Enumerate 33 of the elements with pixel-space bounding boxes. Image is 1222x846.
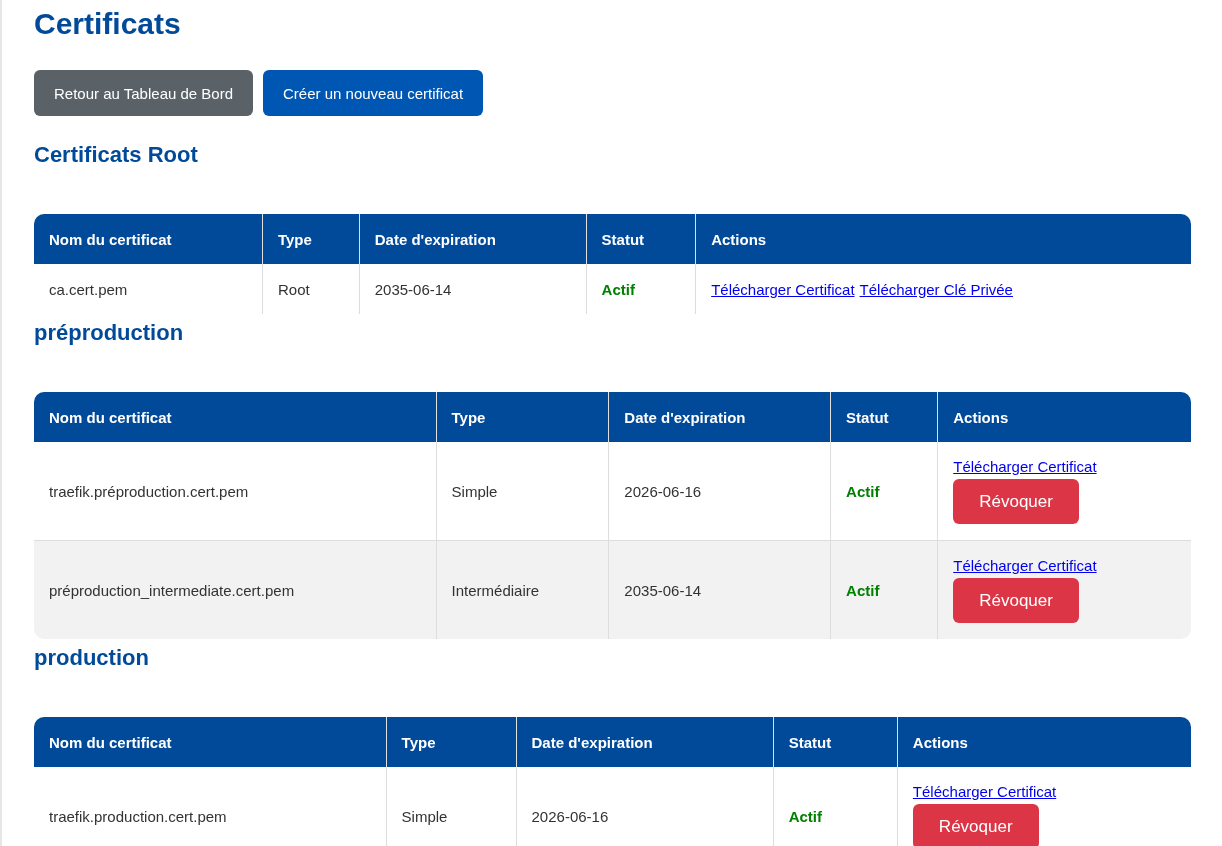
nav-button[interactable]: Créer un nouveau certificat (263, 70, 484, 116)
section-title: Certificats Root (34, 142, 199, 168)
page-title: Certificats (34, 6, 182, 42)
column-header: Actions (938, 392, 1191, 442)
column-header: Type (436, 392, 610, 442)
download-link[interactable]: Télécharger Certificat (953, 458, 1097, 475)
column-header: Actions (897, 717, 1191, 767)
download-link[interactable]: Télécharger Certificat (912, 783, 1057, 800)
download-link[interactable]: Télécharger Certificat (711, 280, 855, 298)
download-link[interactable]: Télécharger Clé Privée (859, 280, 1013, 298)
section-title: production (34, 645, 150, 671)
revoke-button[interactable]: Révoquer (953, 578, 1079, 623)
nav-button[interactable]: Retour au Tableau de Bord (34, 70, 254, 116)
column-header: Statut (586, 214, 697, 264)
column-header: Type (262, 214, 360, 264)
column-header: Statut (773, 717, 898, 767)
column-header: Date d'expiration (516, 717, 774, 767)
revoke-button[interactable]: Révoquer (912, 804, 1039, 846)
column-header: Statut (831, 392, 939, 442)
column-header: Nom du certificat (34, 214, 263, 264)
column-header: Date d'expiration (609, 392, 832, 442)
status-text: Actif (831, 540, 939, 639)
revoke-button[interactable]: Révoquer (953, 479, 1079, 524)
column-header: Date d'expiration (359, 214, 587, 264)
table-cell: préproduction_intermediate.cert.pem (34, 540, 437, 639)
column-header: Type (386, 717, 517, 767)
table-cell: Intermédiaire (436, 540, 610, 639)
section-title: préproduction (34, 320, 185, 346)
column-header: Actions (696, 214, 1191, 264)
table-cell: 2035-06-14 (609, 540, 832, 639)
download-link[interactable]: Télécharger Certificat (953, 557, 1097, 574)
column-header: Nom du certificat (34, 392, 437, 442)
column-header: Nom du certificat (34, 717, 387, 767)
